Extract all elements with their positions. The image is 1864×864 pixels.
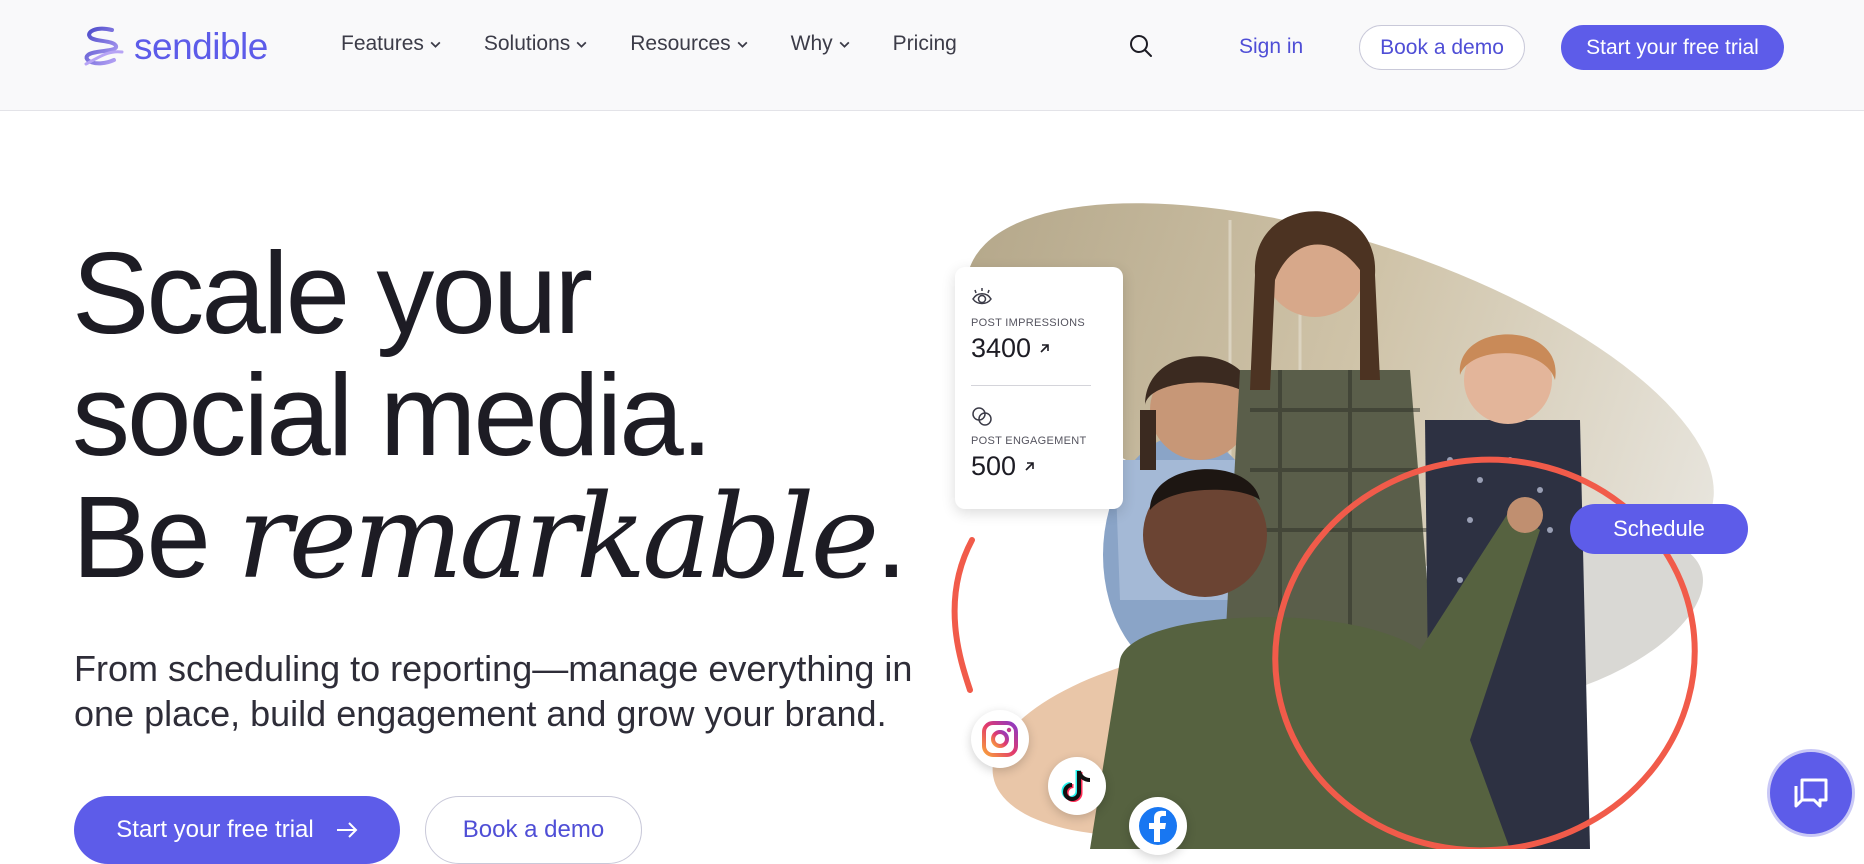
- hero-book-demo-button[interactable]: Book a demo: [425, 796, 642, 864]
- chevron-down-icon: [576, 41, 587, 48]
- instagram-icon: [971, 710, 1029, 768]
- nav-resources[interactable]: Resources: [630, 32, 748, 56]
- nav-solutions[interactable]: Solutions: [484, 32, 588, 56]
- sendible-logo[interactable]: sendible: [78, 24, 268, 70]
- tiktok-icon: [1048, 757, 1106, 815]
- arrow-up-right-icon: [1040, 344, 1049, 353]
- arrow-right-icon: [336, 822, 358, 838]
- chat-launcher-button[interactable]: [1767, 749, 1855, 837]
- nav-pricing[interactable]: Pricing: [893, 32, 957, 56]
- nav-solutions-label: Solutions: [483, 32, 571, 55]
- search-icon[interactable]: [1128, 33, 1154, 59]
- free-trial-button[interactable]: Start your free trial: [1561, 25, 1784, 70]
- instagram-glyph: [982, 721, 1018, 757]
- engagement-value: 500: [971, 451, 1035, 482]
- book-demo-button[interactable]: Book a demo: [1359, 25, 1525, 70]
- arrow-up-right-icon: [1025, 462, 1034, 471]
- engagement-icon: [972, 407, 992, 426]
- main-nav: Features Solutions Resources Why Pricing: [341, 32, 999, 56]
- nav-features-label: Features: [341, 32, 424, 55]
- chevron-down-icon: [430, 41, 441, 48]
- headline-emphasis: remarkable: [237, 470, 879, 605]
- hero-free-trial-label: Start your free trial: [116, 816, 314, 843]
- facebook-icon: [1129, 797, 1187, 855]
- schedule-pill: Schedule: [1570, 504, 1748, 554]
- sendible-logo-icon: [84, 26, 124, 66]
- chevron-down-icon: [839, 41, 850, 48]
- facebook-glyph: [1139, 807, 1177, 845]
- headline-prefix: Be: [72, 472, 238, 602]
- chevron-down-icon: [737, 41, 748, 48]
- hero-headline: Scale your social media. Be remarkable.: [72, 228, 908, 599]
- tiktok-glyph: [1061, 770, 1091, 802]
- impressions-label: POST IMPRESSIONS: [971, 317, 1086, 329]
- hero-subtext: From scheduling to reporting—manage ever…: [74, 648, 913, 734]
- headline-line-3: Be remarkable.: [72, 476, 908, 599]
- headline-suffix: .: [875, 472, 907, 602]
- engagement-label: POST ENGAGEMENT: [971, 435, 1087, 447]
- eye-icon: [972, 288, 992, 305]
- impressions-value: 3400: [971, 333, 1050, 364]
- headline-line-2: social media.: [72, 350, 713, 480]
- headline-line-1: Scale your: [72, 228, 593, 358]
- red-annotation-arc: [951, 537, 975, 693]
- impressions-number: 3400: [971, 333, 1032, 363]
- site-header: sendible Features Solutions Resources Wh…: [0, 0, 1864, 111]
- nav-resources-label: Resources: [630, 32, 731, 55]
- nav-pricing-label: Pricing: [892, 32, 957, 55]
- post-stats-card: POST IMPRESSIONS 3400 POST ENGAGEMENT 50…: [955, 267, 1123, 509]
- chat-icon: [1794, 778, 1828, 808]
- nav-features[interactable]: Features: [341, 32, 442, 56]
- nav-why[interactable]: Why: [791, 32, 851, 56]
- sign-in-link[interactable]: Sign in: [1239, 35, 1303, 59]
- hero-free-trial-button[interactable]: Start your free trial: [74, 796, 400, 864]
- engagement-number: 500: [971, 451, 1017, 481]
- stat-divider: [971, 385, 1091, 386]
- logo-wordmark: sendible: [134, 26, 268, 67]
- nav-why-label: Why: [790, 32, 833, 55]
